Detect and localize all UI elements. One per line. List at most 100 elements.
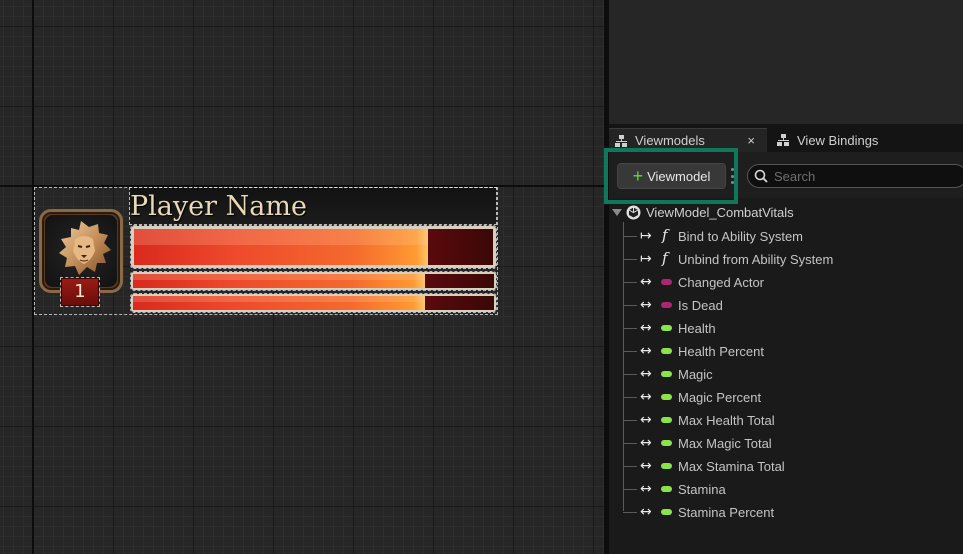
property-type-icon bbox=[661, 302, 672, 308]
tree-item[interactable]: ↔ Max Health Total bbox=[609, 409, 963, 432]
property-type-icon bbox=[661, 486, 672, 492]
viewmodels-toolbar: + Viewmodel bbox=[604, 148, 963, 204]
two-way-arrow-icon: ↔ bbox=[640, 320, 652, 336]
property-type-icon bbox=[661, 371, 672, 377]
two-way-arrow-icon: ↔ bbox=[640, 504, 652, 520]
tree-item-label: Stamina Percent bbox=[678, 505, 775, 520]
search-input[interactable] bbox=[774, 167, 954, 185]
property-type-icon bbox=[661, 325, 672, 331]
two-way-arrow-icon: ↔ bbox=[640, 435, 652, 451]
tree-item-label: Health bbox=[678, 321, 716, 336]
health-bar-empty bbox=[428, 229, 493, 265]
two-way-arrow-icon: ↔ bbox=[640, 458, 652, 474]
two-way-arrow-icon: ↔ bbox=[640, 343, 652, 359]
health-bar-track bbox=[134, 229, 493, 265]
tree-item-label: Magic bbox=[678, 367, 713, 382]
tree-item[interactable]: ↔ Health bbox=[609, 317, 963, 340]
canvas-origin-horizontal bbox=[0, 185, 604, 187]
tree-root-label: ViewModel_CombatVitals bbox=[646, 205, 794, 220]
player-name-text[interactable]: Player Name bbox=[130, 189, 496, 225]
add-viewmodel-button[interactable]: + Viewmodel bbox=[617, 163, 726, 189]
two-way-arrow-icon: ↔ bbox=[640, 481, 652, 497]
tree-item[interactable]: ↔ Stamina bbox=[609, 478, 963, 501]
tree-item[interactable]: ↔ Health Percent bbox=[609, 340, 963, 363]
two-way-arrow-icon: ↔ bbox=[640, 366, 652, 382]
tree-item[interactable]: ↔ Max Stamina Total bbox=[609, 455, 963, 478]
portrait-background bbox=[45, 215, 117, 287]
search-icon bbox=[754, 169, 768, 183]
two-way-arrow-icon: ↔ bbox=[640, 389, 652, 405]
tree-item[interactable]: ↔ Max Magic Total bbox=[609, 432, 963, 455]
add-viewmodel-label: Viewmodel bbox=[647, 168, 711, 184]
player-vitals-widget[interactable]: Player Name 1 bbox=[34, 187, 498, 315]
close-icon[interactable]: × bbox=[747, 133, 755, 148]
tree-item[interactable]: ↔ Magic Percent bbox=[609, 386, 963, 409]
one-way-arrow-icon: ↦ bbox=[640, 228, 652, 244]
property-type-icon bbox=[661, 417, 672, 423]
tree-item-label: Is Dead bbox=[678, 298, 723, 313]
tab-view-bindings-label: View Bindings bbox=[797, 132, 879, 148]
tree-branch-line bbox=[623, 236, 637, 237]
viewmodels-panel: Viewmodels × View Bindings + Viewmodel S… bbox=[604, 0, 963, 554]
tree-item[interactable]: ↦ f Unbind from Ability System bbox=[609, 248, 963, 271]
tree-branch-line bbox=[623, 420, 637, 421]
property-type-icon bbox=[661, 440, 672, 446]
tree-item[interactable]: ↦ f Bind to Ability System bbox=[609, 225, 963, 248]
property-type-icon bbox=[661, 509, 672, 515]
canvas-origin-vertical bbox=[32, 0, 34, 554]
magic-bar-fill bbox=[133, 274, 426, 288]
one-way-arrow-icon: ↦ bbox=[640, 251, 652, 267]
health-bar-fill bbox=[134, 229, 429, 265]
tree-branch-line bbox=[623, 351, 637, 352]
property-type-icon bbox=[661, 348, 672, 354]
tree-branch-line bbox=[623, 282, 637, 283]
tree-root-viewmodel[interactable]: ViewModel_CombatVitals bbox=[609, 201, 963, 224]
stamina-bar-empty bbox=[425, 296, 494, 310]
hierarchy-icon bbox=[615, 134, 627, 147]
magic-bar-empty bbox=[425, 274, 494, 288]
tree-item-label: Stamina bbox=[678, 482, 726, 497]
tree-branch-line bbox=[623, 305, 637, 306]
tree-item-label: Max Stamina Total bbox=[678, 459, 785, 474]
health-bar[interactable] bbox=[130, 225, 497, 269]
tree-item-label: Unbind from Ability System bbox=[678, 252, 834, 267]
two-way-arrow-icon: ↔ bbox=[640, 297, 652, 313]
tree-item[interactable]: ↔ Stamina Percent bbox=[609, 501, 963, 524]
designer-canvas[interactable]: Player Name 1 bbox=[0, 0, 604, 554]
tree-item-label: Changed Actor bbox=[678, 275, 765, 290]
function-icon: f bbox=[662, 249, 668, 267]
tree-branch-line bbox=[623, 397, 637, 398]
tree-branch-line bbox=[623, 443, 637, 444]
magic-bar-track bbox=[133, 274, 494, 288]
tree-branch-line bbox=[623, 259, 637, 260]
two-way-arrow-icon: ↔ bbox=[640, 274, 652, 290]
stamina-bar[interactable] bbox=[130, 293, 497, 313]
tree-branch-line bbox=[623, 489, 637, 490]
tree-item-label: Max Health Total bbox=[678, 413, 775, 428]
more-options-icon[interactable] bbox=[731, 168, 734, 184]
tree-item[interactable]: ↔ Is Dead bbox=[609, 294, 963, 317]
plus-icon: + bbox=[632, 166, 644, 186]
level-badge[interactable]: 1 bbox=[60, 277, 100, 307]
property-type-icon bbox=[661, 279, 672, 285]
viewmodel-icon bbox=[626, 205, 641, 220]
tab-view-bindings[interactable]: View Bindings bbox=[771, 128, 911, 152]
tab-viewmodels-label: Viewmodels bbox=[635, 133, 705, 148]
collapse-caret-icon[interactable] bbox=[612, 209, 622, 216]
tree-branch-line bbox=[623, 466, 637, 467]
panel-empty-area bbox=[609, 0, 963, 124]
property-type-icon bbox=[661, 394, 672, 400]
tree-item[interactable]: ↔ Magic bbox=[609, 363, 963, 386]
hierarchy-icon bbox=[777, 134, 789, 146]
function-icon: f bbox=[662, 226, 668, 244]
tree-branch-line bbox=[623, 374, 637, 375]
stamina-bar-fill bbox=[133, 296, 426, 310]
tree-branch-line bbox=[623, 328, 637, 329]
magic-bar[interactable] bbox=[130, 271, 497, 291]
two-way-arrow-icon: ↔ bbox=[640, 412, 652, 428]
tree-branch-line bbox=[623, 512, 637, 513]
property-type-icon bbox=[661, 463, 672, 469]
tree-item[interactable]: ↔ Changed Actor bbox=[609, 271, 963, 294]
search-box[interactable] bbox=[747, 164, 963, 188]
lion-emblem-icon bbox=[59, 221, 111, 275]
